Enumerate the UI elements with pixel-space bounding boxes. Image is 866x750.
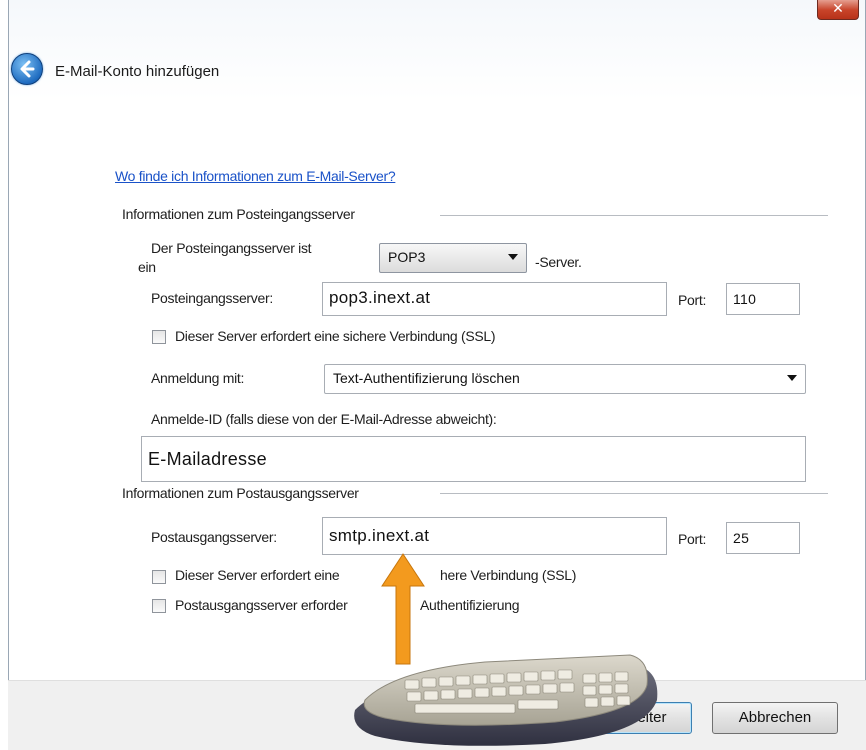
back-button[interactable] [11, 53, 43, 85]
close-icon: ✕ [832, 0, 844, 16]
outgoing-group-label: Informationen zum Postausgangsserver [122, 485, 369, 501]
outgoing-ssl-label-a: Dieser Server erfordert eine [175, 567, 340, 583]
incoming-server-input[interactable]: pop3.inext.at [322, 282, 667, 316]
outgoing-server-label: Postausgangsserver: [151, 529, 277, 545]
incoming-port-label: Port: [678, 292, 707, 308]
server-type-value: POP3 [388, 249, 426, 265]
login-method-select[interactable]: Text-Authentifizierung löschen [324, 364, 806, 394]
title-bar: ✕ E-Mail-Konto hinzufügen [9, 0, 865, 100]
incoming-port-input[interactable]: 110 [726, 283, 800, 315]
outgoing-ssl-label-b: here Verbindung (SSL) [440, 567, 577, 583]
chevron-down-icon [787, 375, 797, 381]
server-type-label-cont: ein [138, 259, 156, 275]
back-arrow-icon [20, 60, 35, 78]
login-method-value: Text-Authentifizierung löschen [333, 370, 520, 386]
outgoing-group-divider [440, 493, 828, 494]
outgoing-port-input[interactable]: 25 [726, 522, 800, 554]
incoming-server-label: Posteingangsserver: [151, 290, 273, 306]
incoming-group-label: Informationen zum Posteingangsserver [122, 206, 365, 222]
close-button[interactable]: ✕ [817, 0, 859, 20]
help-link[interactable]: Wo finde ich Informationen zum E-Mail-Se… [115, 168, 396, 184]
incoming-ssl-checkbox[interactable] [152, 330, 166, 344]
login-id-input[interactable]: E-Mailadresse [141, 436, 806, 482]
outgoing-auth-label-b: Authentifizierung [420, 597, 520, 613]
outgoing-auth-checkbox[interactable] [152, 599, 166, 613]
outgoing-ssl-checkbox[interactable] [152, 570, 166, 584]
outgoing-server-input[interactable]: smtp.inext.at [322, 517, 667, 555]
incoming-ssl-label: Dieser Server erfordert eine sichere Ver… [175, 328, 496, 344]
chevron-down-icon [508, 254, 518, 260]
login-id-label: Anmelde-ID (falls diese von der E-Mail-A… [151, 411, 497, 427]
cancel-button[interactable]: Abbrechen [712, 702, 838, 734]
outgoing-auth-label-a: Postausgangsserver erforder [175, 597, 348, 613]
server-suffix-label: -Server. [535, 254, 582, 270]
outgoing-port-label: Port: [678, 531, 707, 547]
keyboard-icon [354, 654, 658, 746]
dialog-title: E-Mail-Konto hinzufügen [55, 63, 220, 80]
server-type-label: Der Posteingangsserver ist [151, 240, 312, 256]
server-type-select[interactable]: POP3 [379, 243, 527, 273]
incoming-group-divider [440, 215, 828, 216]
login-method-label: Anmeldung mit: [151, 370, 245, 386]
